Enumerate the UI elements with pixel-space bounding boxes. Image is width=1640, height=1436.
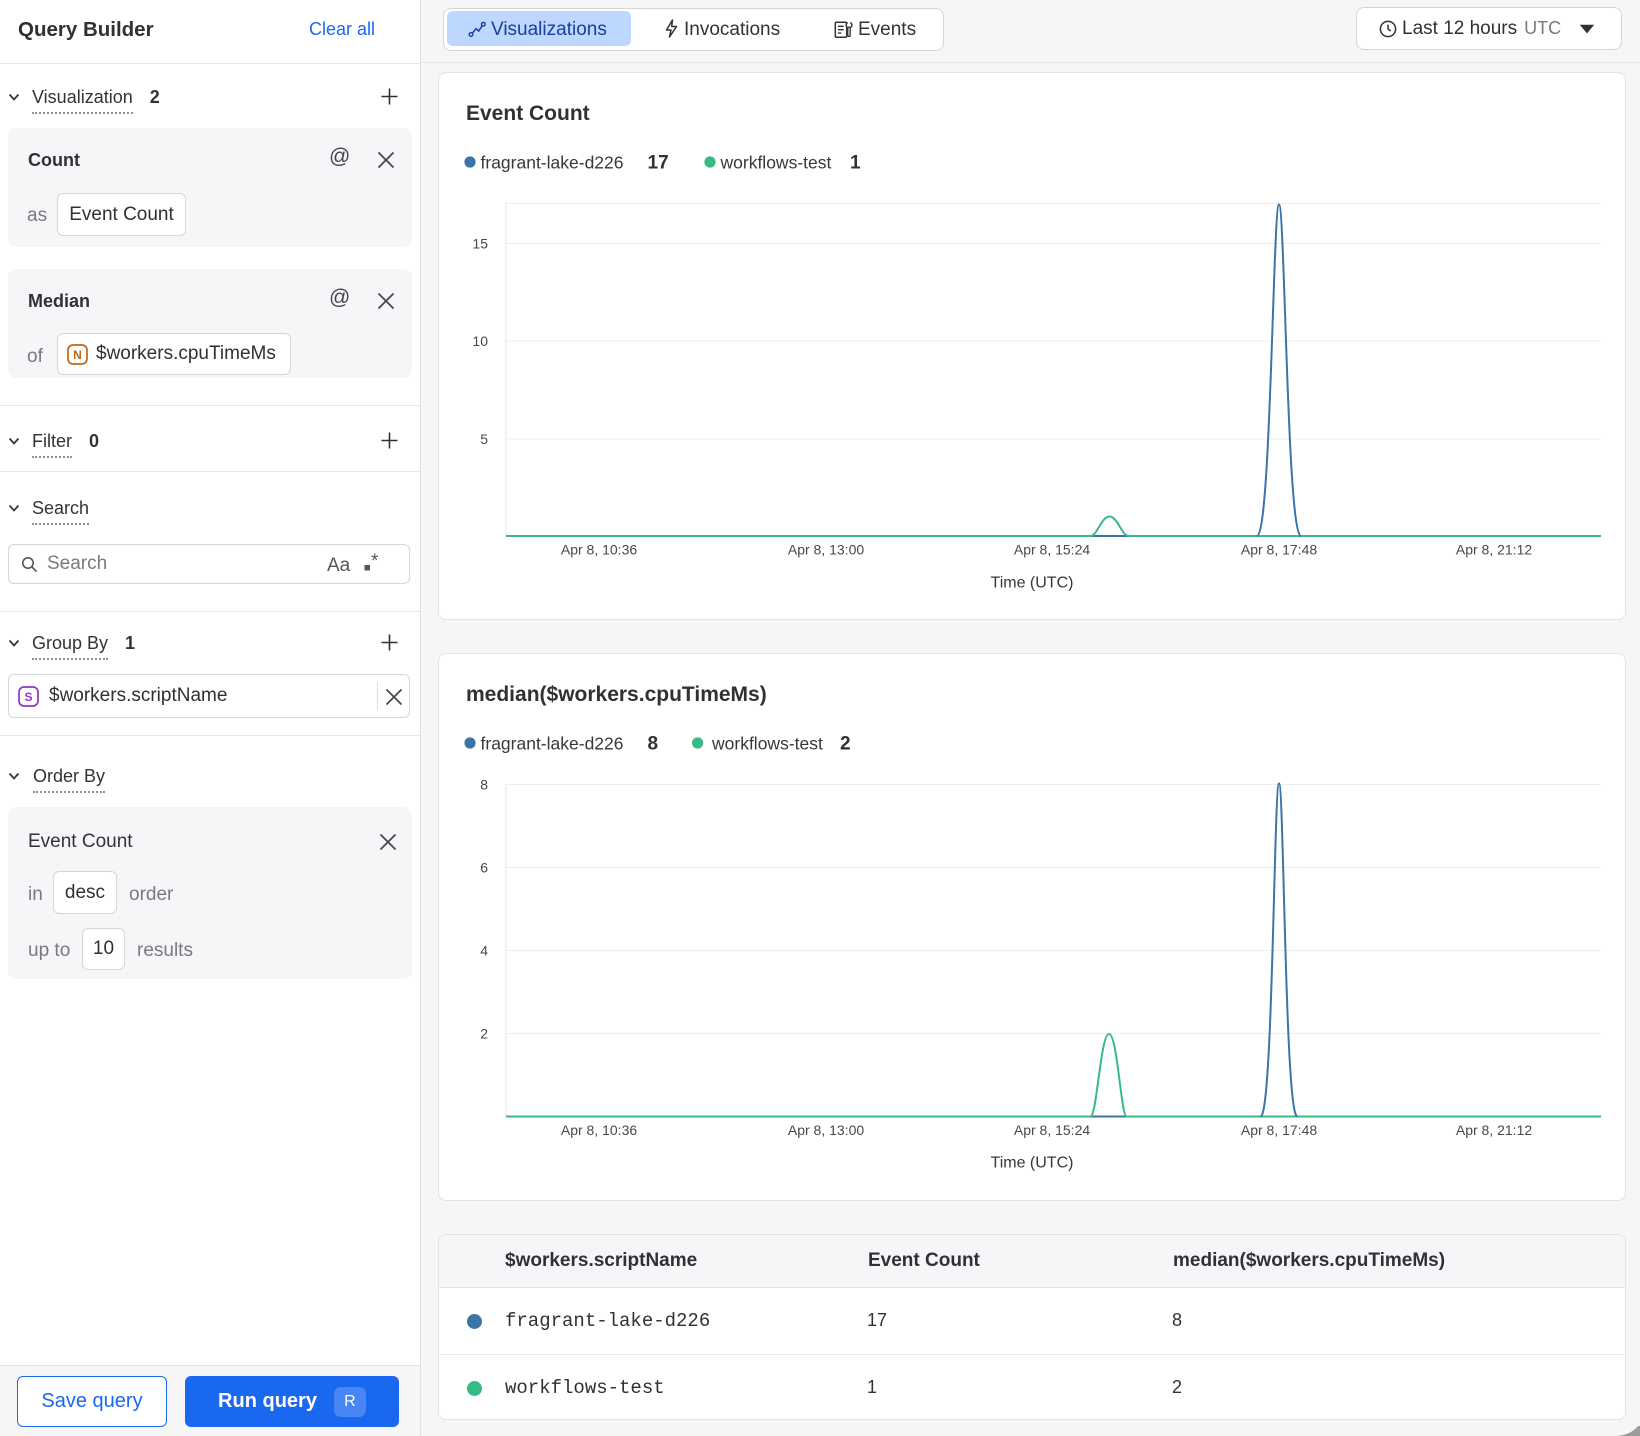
svg-text:fragrant-lake-d226: fragrant-lake-d226 — [481, 153, 624, 173]
svg-text:Apr 8, 17:48: Apr 8, 17:48 — [1241, 1122, 1317, 1138]
svg-text:5: 5 — [480, 431, 488, 447]
svg-text:Time (UTC): Time (UTC) — [991, 575, 1074, 592]
svg-text:median($workers.cpuTimeMs): median($workers.cpuTimeMs) — [466, 683, 767, 706]
svg-text:Apr 8, 15:24: Apr 8, 15:24 — [1014, 1122, 1090, 1138]
svg-text:8: 8 — [480, 777, 488, 793]
svg-text:S: S — [24, 690, 32, 704]
svg-text:17: 17 — [648, 153, 669, 174]
svg-text:2: 2 — [480, 1026, 488, 1042]
svg-text:Aa: Aa — [327, 555, 351, 575]
svg-text:Apr 8, 21:12: Apr 8, 21:12 — [1456, 542, 1532, 558]
svg-text:Apr 8, 21:12: Apr 8, 21:12 — [1456, 1122, 1532, 1138]
svg-text:N: N — [73, 348, 82, 362]
svg-text:8: 8 — [648, 734, 659, 755]
svg-text:Apr 8, 17:48: Apr 8, 17:48 — [1241, 542, 1317, 558]
svg-text:10: 10 — [472, 333, 488, 349]
svg-text:fragrant-lake-d226: fragrant-lake-d226 — [481, 734, 624, 754]
svg-text:Apr 8, 10:36: Apr 8, 10:36 — [561, 1122, 637, 1138]
svg-text:Apr 8, 15:24: Apr 8, 15:24 — [1014, 542, 1090, 558]
svg-text:Apr 8, 10:36: Apr 8, 10:36 — [561, 542, 637, 558]
svg-text:Apr 8, 13:00: Apr 8, 13:00 — [788, 542, 864, 558]
svg-text:1: 1 — [850, 153, 861, 174]
svg-text:Event Count: Event Count — [466, 102, 590, 125]
svg-text:6: 6 — [480, 860, 488, 876]
svg-text:4: 4 — [480, 943, 488, 959]
svg-text:workflows-test: workflows-test — [711, 734, 823, 754]
svg-text:15: 15 — [472, 236, 488, 252]
svg-text:Time (UTC): Time (UTC) — [991, 1155, 1074, 1172]
svg-text:workflows-test: workflows-test — [720, 153, 832, 173]
svg-text:*: * — [371, 553, 379, 572]
svg-text:Apr 8, 13:00: Apr 8, 13:00 — [788, 1122, 864, 1138]
svg-text:2: 2 — [840, 734, 851, 755]
